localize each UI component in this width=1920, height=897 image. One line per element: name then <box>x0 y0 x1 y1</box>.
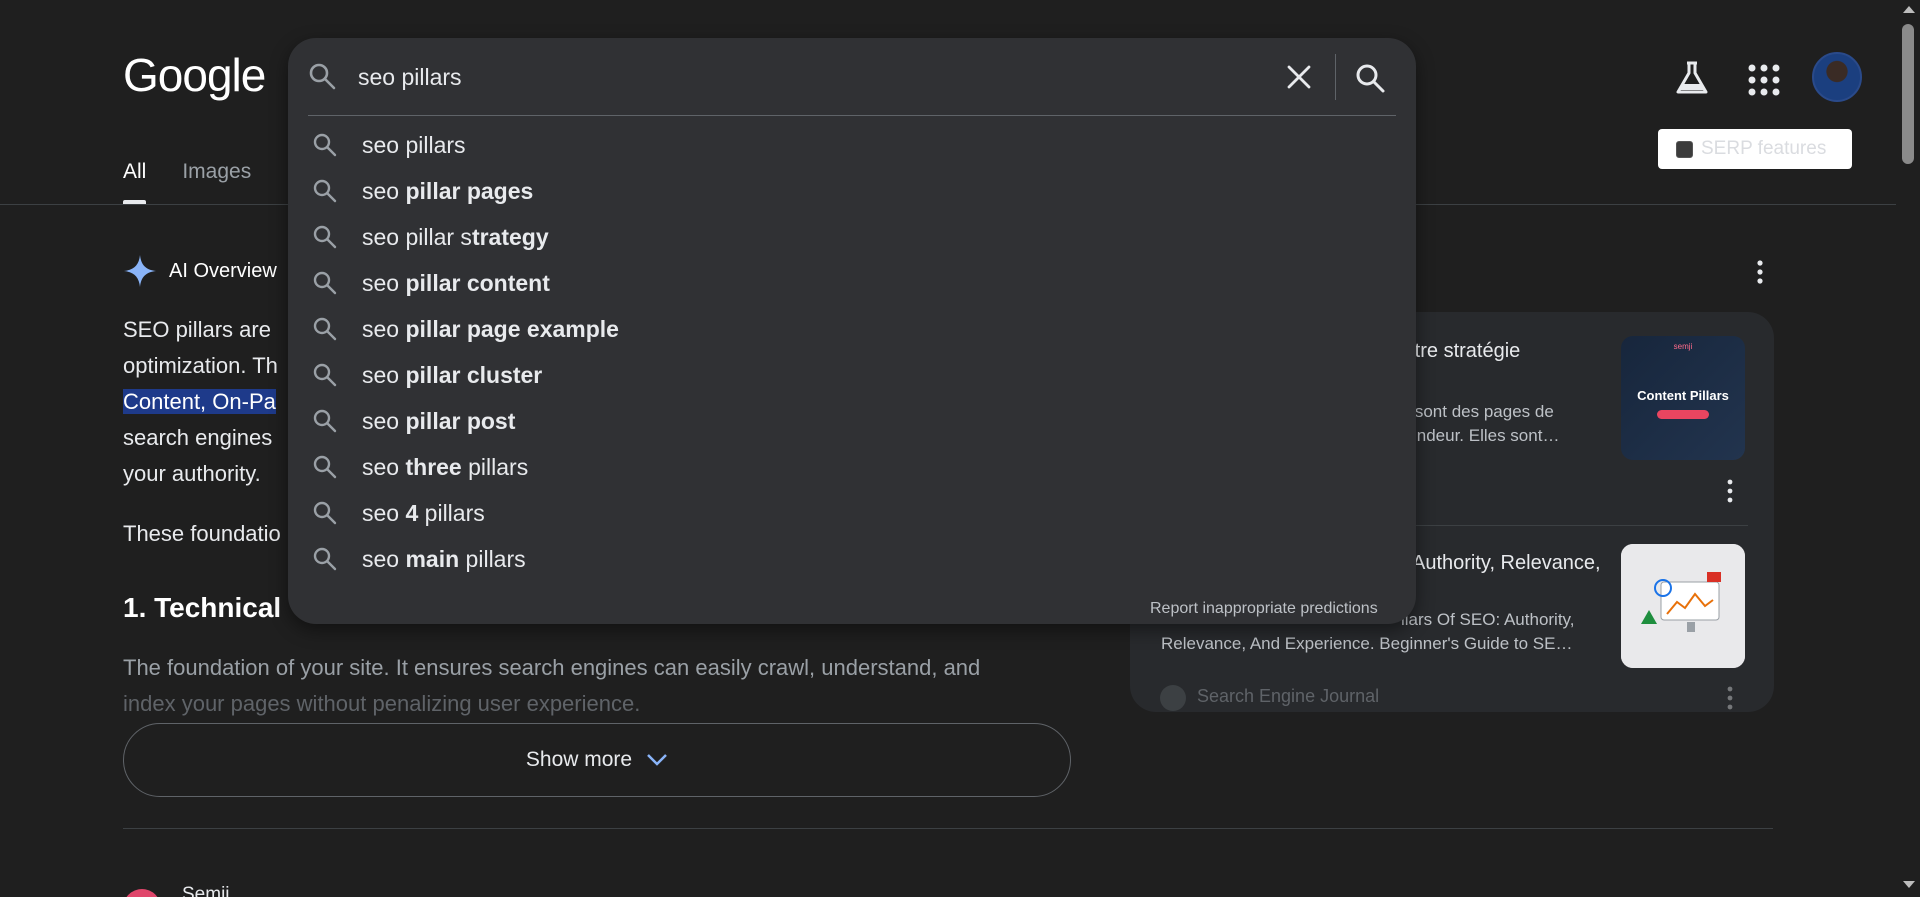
search-icon <box>313 501 337 525</box>
section-heading: 1. Technical <box>123 592 282 623</box>
thumbnail-badge <box>1657 410 1709 419</box>
suggestion-text: seo pillar content <box>362 269 550 296</box>
ai-overview-header: AI Overview <box>123 254 277 288</box>
suggestion-text: seo pillar pages <box>362 177 534 204</box>
more-options-icon[interactable] <box>1720 685 1740 711</box>
search-icon <box>313 455 337 479</box>
suggestion-item[interactable]: seo pillar cluster <box>288 352 1416 398</box>
search-icon <box>313 271 337 295</box>
tab-images[interactable]: Images <box>182 160 251 204</box>
serp-features-checkbox[interactable] <box>1676 140 1693 158</box>
show-more-button[interactable]: Show more <box>123 723 1071 797</box>
search-icon <box>313 409 337 433</box>
ai-overview-title: AI Overview <box>169 259 277 282</box>
suggestion-item[interactable]: seo pillars <box>288 122 1416 168</box>
highlighted-text: Content, On-Pa <box>123 389 276 414</box>
tab-all[interactable]: All <box>123 160 147 204</box>
google-logo[interactable]: Google <box>123 48 266 102</box>
scrollbar-thumb[interactable] <box>1902 24 1914 164</box>
more-options-icon[interactable] <box>1750 258 1770 286</box>
suggestion-text: seo pillars <box>362 131 466 158</box>
source-title[interactable]: Authority, Relevance, <box>1412 548 1601 578</box>
account-avatar[interactable] <box>1812 52 1862 102</box>
suggestion-item[interactable]: seo pillar pages <box>288 168 1416 214</box>
show-more-label: Show more <box>525 748 633 771</box>
search-icon <box>313 179 337 203</box>
more-options-icon[interactable] <box>1720 478 1740 504</box>
site-favicon <box>123 889 161 897</box>
suggestion-item[interactable]: seo 4 pillars <box>288 490 1416 536</box>
ai-text-line: Content, On-Pa <box>123 384 276 420</box>
suggestion-item[interactable]: seo pillar page example <box>288 306 1416 352</box>
apps-grid-icon[interactable] <box>1746 62 1782 98</box>
suggestion-text: seo pillar cluster <box>362 361 543 388</box>
search-input[interactable] <box>358 56 1258 98</box>
search-divider <box>308 115 1396 116</box>
suggestion-text: seo pillar post <box>362 407 516 434</box>
ai-text-line: SEO pillars are <box>123 317 271 342</box>
scroll-down-arrow[interactable] <box>1903 881 1915 888</box>
suggestion-text: seo three pillars <box>362 453 529 480</box>
suggestion-text: seo pillar strategy <box>362 223 549 250</box>
search-separator <box>1335 54 1336 100</box>
chevron-down-icon <box>647 754 667 766</box>
result-site-name[interactable]: Semji <box>182 884 230 897</box>
search-icon <box>313 547 337 571</box>
suggestion-text: seo pillar page example <box>362 315 619 342</box>
source-site-name[interactable]: Search Engine Journal <box>1197 686 1379 707</box>
suggestion-item[interactable]: seo pillar strategy <box>288 214 1416 260</box>
suggestion-item[interactable]: seo pillar post <box>288 398 1416 444</box>
ai-text-line: your authority. <box>123 461 261 486</box>
labs-flask-icon[interactable] <box>1672 60 1712 96</box>
site-favicon <box>1160 685 1186 711</box>
source-thumbnail[interactable] <box>1621 544 1745 668</box>
search-icon <box>313 133 337 157</box>
suggestion-list: seo pillars seo pillar pages seo pillar st… <box>288 122 1416 582</box>
search-icon <box>313 317 337 341</box>
search-submit-icon[interactable] <box>1354 62 1386 94</box>
search-icon <box>313 363 337 387</box>
clear-icon[interactable] <box>1284 62 1314 92</box>
section-text-faded: index your pages without penalizing user… <box>123 691 641 716</box>
report-predictions-link[interactable]: Report inappropriate predictions <box>1150 600 1378 618</box>
ai-text-line: search engines <box>123 425 273 450</box>
suggestion-text: seo main pillars <box>362 545 526 572</box>
ai-text-line: These foundatio <box>123 521 281 546</box>
thumbnail-title: Content Pillars <box>1637 388 1729 403</box>
sparkle-icon <box>124 255 156 287</box>
suggestion-text: seo 4 pillars <box>362 499 485 526</box>
serp-features-button[interactable]: SERP features <box>1658 129 1852 169</box>
search-icon <box>309 63 336 90</box>
search-tabs: All Images <box>123 160 251 204</box>
results-divider <box>123 828 1773 829</box>
section-text: The foundation of your site. It ensures … <box>123 655 981 680</box>
suggestion-item[interactable]: seo three pillars <box>288 444 1416 490</box>
source-thumbnail[interactable]: semji Content Pillars <box>1621 336 1745 460</box>
thumbnail-brand: semji <box>1673 342 1693 351</box>
search-icon <box>313 225 337 249</box>
suggestion-item[interactable]: seo pillar content <box>288 260 1416 306</box>
serp-features-label: SERP features <box>1701 138 1827 159</box>
scroll-up-arrow[interactable] <box>1903 6 1915 13</box>
suggestion-item[interactable]: seo main pillars <box>288 536 1416 582</box>
ai-text-line: optimization. Th <box>123 353 278 378</box>
